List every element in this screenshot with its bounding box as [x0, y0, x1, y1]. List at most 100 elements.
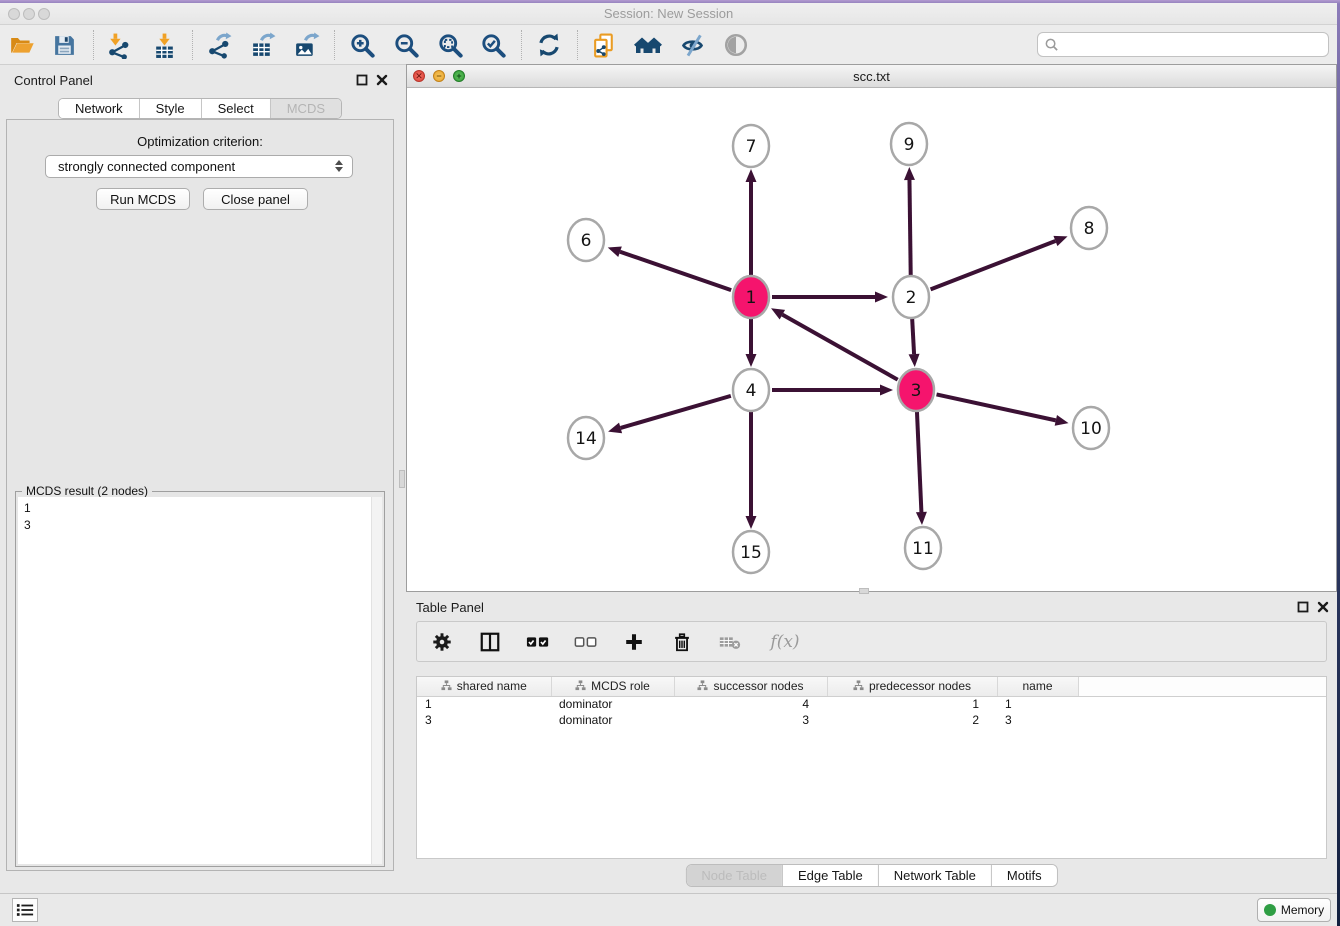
- column-header-predecessor-nodes[interactable]: predecessor nodes: [827, 677, 997, 696]
- run-mcds-button[interactable]: Run MCDS: [96, 188, 190, 210]
- tab-motifs[interactable]: Motifs: [991, 865, 1057, 886]
- export-network-button[interactable]: [201, 29, 235, 61]
- column-header-successor-nodes[interactable]: successor nodes: [674, 677, 827, 696]
- table-row[interactable]: 3 dominator 3 2 3: [417, 712, 1326, 728]
- run-mcds-label: Run MCDS: [110, 192, 176, 207]
- apply-layout-button[interactable]: [532, 29, 566, 61]
- node-label-4: 4: [746, 381, 757, 401]
- toolbar-separator: [577, 30, 578, 60]
- close-panel-icon[interactable]: [376, 74, 388, 86]
- mcds-panel: Optimization criterion: strongly connect…: [6, 119, 394, 871]
- cell-shared-name[interactable]: 1: [417, 696, 551, 712]
- create-column-button[interactable]: [621, 629, 647, 655]
- show-column-panel-button[interactable]: [477, 629, 503, 655]
- select-all-icon: [526, 630, 550, 654]
- network-view-window: ✕ − + scc.txt 1234678910111415: [406, 64, 1337, 592]
- edge-1-6[interactable]: [620, 252, 731, 290]
- select-all-columns-button[interactable]: [525, 629, 551, 655]
- task-history-button[interactable]: [12, 898, 38, 922]
- column-header-mcds-role[interactable]: MCDS role: [551, 677, 674, 696]
- table-settings-button[interactable]: [429, 629, 455, 655]
- tab-network[interactable]: Network: [59, 99, 139, 118]
- result-scrollbar[interactable]: [371, 497, 382, 864]
- cell-name[interactable]: 3: [997, 712, 1078, 728]
- tab-style[interactable]: Style: [139, 99, 201, 118]
- close-table-panel-icon[interactable]: [1317, 601, 1329, 613]
- edge-arrow-1-7: [746, 169, 757, 182]
- edge-4-14[interactable]: [621, 396, 731, 428]
- unselect-all-columns-button[interactable]: [573, 629, 599, 655]
- function-builder-button[interactable]: f(x): [765, 629, 805, 655]
- export-table-icon: [249, 32, 276, 59]
- edge-3-11[interactable]: [917, 411, 921, 512]
- table-panel-header: Table Panel: [406, 594, 1337, 620]
- delete-table-button[interactable]: [717, 629, 743, 655]
- app-window: Session: New Session: [0, 3, 1337, 926]
- column-label: successor nodes: [713, 679, 803, 693]
- tab-mcds[interactable]: MCDS: [270, 99, 341, 118]
- import-table-button[interactable]: [147, 29, 181, 61]
- memory-button[interactable]: Memory: [1257, 898, 1331, 922]
- cell-successor-nodes[interactable]: 4: [674, 696, 827, 712]
- zoom-in-button[interactable]: [345, 29, 379, 61]
- cell-successor-nodes[interactable]: 3: [674, 712, 827, 728]
- node-label-7: 7: [746, 137, 757, 157]
- float-table-panel-icon[interactable]: [1297, 601, 1309, 613]
- float-panel-icon[interactable]: [356, 74, 368, 86]
- open-session-button[interactable]: [5, 29, 39, 61]
- edge-2-9[interactable]: [909, 180, 910, 276]
- hide-panels-button[interactable]: [675, 29, 709, 61]
- tab-network-table[interactable]: Network Table: [878, 865, 991, 886]
- network-canvas[interactable]: 1234678910111415: [407, 88, 1336, 591]
- tab-edge-table[interactable]: Edge Table: [782, 865, 878, 886]
- network-window-title: scc.txt: [407, 69, 1336, 84]
- delete-column-button[interactable]: [669, 629, 695, 655]
- edge-3-1[interactable]: [782, 315, 897, 380]
- hierarchy-icon: [853, 680, 864, 691]
- search-input[interactable]: [1059, 35, 1328, 55]
- node-label-3: 3: [911, 381, 922, 401]
- cell-mcds-role[interactable]: dominator: [551, 712, 674, 728]
- cell-predecessor-nodes[interactable]: 1: [827, 696, 997, 712]
- node-label-11: 11: [912, 539, 934, 559]
- column-label: name: [1022, 679, 1052, 693]
- edge-2-8[interactable]: [931, 241, 1056, 289]
- mcds-result-area[interactable]: 1 3: [18, 497, 382, 864]
- hierarchy-icon: [441, 680, 452, 691]
- export-table-button[interactable]: [245, 29, 279, 61]
- first-neighbors-button[interactable]: [631, 29, 665, 61]
- column-header-shared-name[interactable]: shared name: [417, 677, 551, 696]
- table-row[interactable]: 1 dominator 4 1 1: [417, 696, 1326, 712]
- tab-select[interactable]: Select: [201, 99, 270, 118]
- column-header-name[interactable]: name: [997, 677, 1078, 696]
- node-table: shared name MCDS role successor nodes pr…: [416, 676, 1327, 859]
- cell-predecessor-nodes[interactable]: 2: [827, 712, 997, 728]
- tab-node-table[interactable]: Node Table: [686, 865, 782, 886]
- cell-name[interactable]: 1: [997, 696, 1078, 712]
- node-label-2: 2: [906, 288, 917, 308]
- show-panels-button[interactable]: [719, 29, 753, 61]
- cell-shared-name[interactable]: 3: [417, 712, 551, 728]
- zoom-fit-button[interactable]: [433, 29, 467, 61]
- cell-mcds-role[interactable]: dominator: [551, 696, 674, 712]
- split-panel-icon: [479, 631, 501, 653]
- criterion-select[interactable]: strongly connected component: [45, 155, 353, 178]
- status-bar: Memory: [0, 893, 1337, 926]
- export-image-button[interactable]: [289, 29, 323, 61]
- close-panel-button[interactable]: Close panel: [203, 188, 308, 210]
- save-session-button[interactable]: [47, 29, 81, 61]
- edge-3-10[interactable]: [937, 394, 1056, 420]
- zoom-selected-button[interactable]: [476, 29, 510, 61]
- node-label-15: 15: [740, 543, 762, 563]
- cell-empty: [1078, 696, 1326, 712]
- splitter-handle-vertical[interactable]: [399, 470, 405, 488]
- import-table-icon: [151, 32, 178, 59]
- memory-status-dot: [1264, 904, 1276, 916]
- toolbar-separator: [521, 30, 522, 60]
- window-titlebar: Session: New Session: [0, 3, 1337, 25]
- edge-2-3[interactable]: [912, 318, 914, 354]
- zoom-out-button[interactable]: [389, 29, 423, 61]
- import-network-button[interactable]: [101, 29, 135, 61]
- control-panel-title: Control Panel: [14, 73, 93, 88]
- clone-network-button[interactable]: [587, 29, 621, 61]
